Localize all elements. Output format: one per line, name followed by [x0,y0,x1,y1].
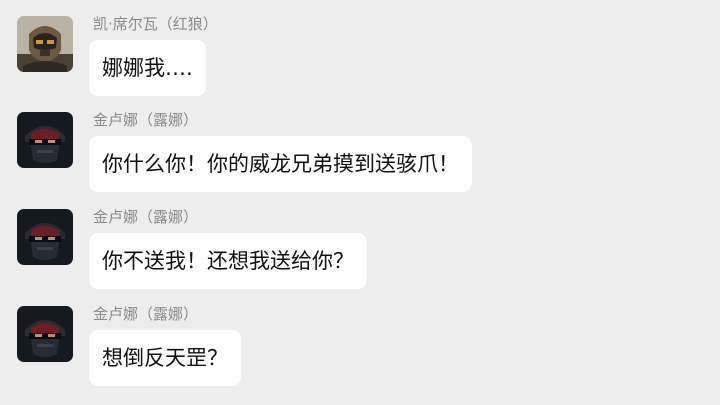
luna-avatar-image [17,209,73,265]
avatar-red-wolf[interactable] [17,16,73,72]
sender-name: 金卢娜（露娜） [93,111,199,129]
luna-avatar-image [17,306,73,362]
message-bubble[interactable]: 你不送我！还想我送给你？ [89,233,367,289]
message-bubble[interactable]: 娜娜我…. [89,40,206,96]
sender-name: 金卢娜（露娜） [93,208,199,226]
message-bubble[interactable]: 你什么你！你的威龙兄弟摸到送骇爪！ [89,136,472,192]
message-bubble[interactable]: 想倒反天罡？ [89,330,241,386]
chat-thread: 凯·席尔瓦（红狼） 娜娜我…. 金卢娜（露娜） 你什么你！你的威龙兄弟摸到送骇爪… [0,0,720,405]
red-wolf-avatar-image [17,16,73,72]
sender-name: 金卢娜（露娜） [93,305,199,323]
luna-avatar-image [17,112,73,168]
avatar-luna[interactable] [17,209,73,265]
avatar-luna[interactable] [17,112,73,168]
sender-name: 凯·席尔瓦（红狼） [93,15,218,33]
avatar-luna[interactable] [17,306,73,362]
